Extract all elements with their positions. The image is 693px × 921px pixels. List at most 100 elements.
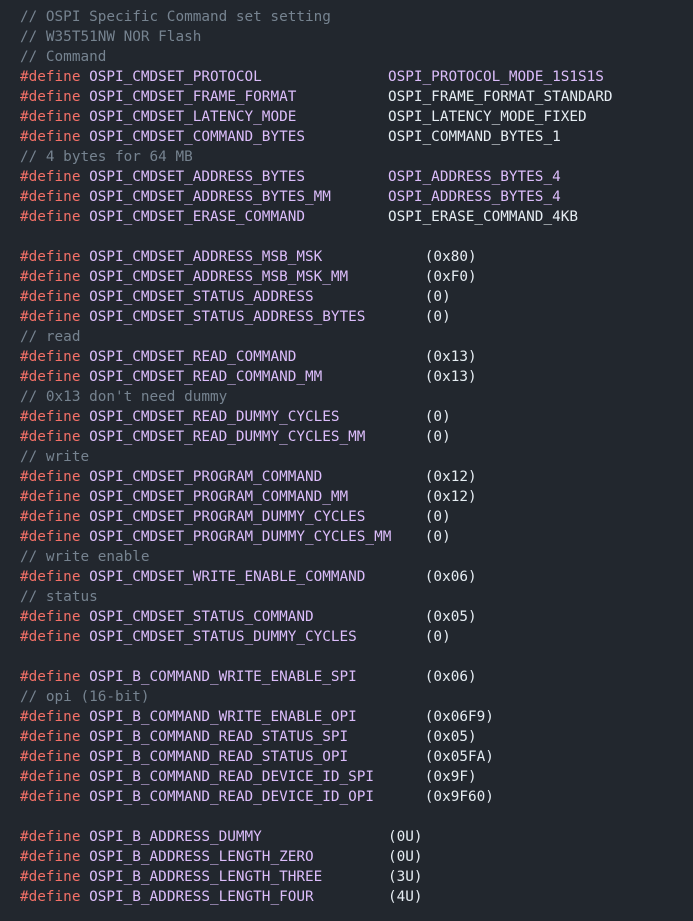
code-line-define: #define OSPI_CMDSET_FRAME_FORMAT OSPI_FRA… [20, 87, 613, 107]
define-keyword: #define [20, 69, 81, 85]
macro-value: (0x13) [424, 369, 477, 385]
macro-name: OSPI_B_COMMAND_READ_STATUS_SPI [89, 729, 349, 745]
macro-value: (0) [424, 309, 451, 325]
code-line-comment: // Command [20, 47, 106, 67]
code-line-define: #define OSPI_B_COMMAND_READ_DEVICE_ID_SP… [20, 767, 477, 787]
macro-value: (0x06) [424, 669, 477, 685]
comment-text: // W35T51NW NOR Flash [20, 29, 202, 45]
macro-name: OSPI_CMDSET_PROGRAM_DUMMY_CYCLES [89, 509, 366, 525]
macro-value: (0x05FA) [424, 749, 494, 765]
code-line-define: #define OSPI_B_ADDRESS_DUMMY (0U) [20, 827, 423, 847]
macro-value: (0x13) [424, 349, 477, 365]
code-line-define: #define OSPI_B_ADDRESS_LENGTH_THREE (3U) [20, 867, 423, 887]
macro-name: OSPI_B_COMMAND_WRITE_ENABLE_OPI [89, 709, 357, 725]
macro-value: (0) [424, 429, 451, 445]
define-keyword: #define [20, 289, 81, 305]
code-line-define: #define OSPI_CMDSET_PROGRAM_DUMMY_CYCLES… [20, 527, 451, 547]
macro-value: OSPI_LATENCY_MODE_FIXED [388, 109, 587, 125]
define-keyword: #define [20, 169, 81, 185]
comment-text: // OSPI Specific Command set setting [20, 9, 331, 25]
define-keyword: #define [20, 669, 81, 685]
code-line-define: #define OSPI_CMDSET_COMMAND_BYTES OSPI_CO… [20, 127, 561, 147]
code-line-define: #define OSPI_CMDSET_PROGRAM_DUMMY_CYCLES… [20, 507, 451, 527]
macro-name: OSPI_CMDSET_WRITE_ENABLE_COMMAND [89, 569, 366, 585]
macro-name: OSPI_CMDSET_FRAME_FORMAT [89, 89, 297, 105]
macro-value: OSPI_ERASE_COMMAND_4KB [388, 209, 578, 225]
macro-name: OSPI_CMDSET_STATUS_ADDRESS [89, 289, 314, 305]
macro-value: (0x06F9) [424, 709, 494, 725]
macro-name: OSPI_CMDSET_ERASE_COMMAND [89, 209, 305, 225]
comment-text: // opi (16-bit) [20, 689, 150, 705]
macro-name: OSPI_CMDSET_READ_DUMMY_CYCLES_MM [89, 429, 366, 445]
macro-value: (0) [424, 289, 451, 305]
comment-text: // write enable [20, 549, 150, 565]
macro-value: (3U) [388, 869, 423, 885]
macro-name: OSPI_CMDSET_PROGRAM_DUMMY_CYCLES_MM [89, 529, 392, 545]
define-keyword: #define [20, 309, 81, 325]
code-line-comment: // write [20, 447, 89, 467]
macro-name: OSPI_CMDSET_COMMAND_BYTES [89, 129, 305, 145]
define-keyword: #define [20, 749, 81, 765]
macro-name: OSPI_CMDSET_ADDRESS_BYTES [89, 169, 305, 185]
code-editor[interactable]: // OSPI Specific Command set setting // W… [0, 0, 693, 921]
define-keyword: #define [20, 269, 81, 285]
macro-value: OSPI_PROTOCOL_MODE_1S1S1S [388, 69, 604, 85]
code-line-define: #define OSPI_CMDSET_STATUS_DUMMY_CYCLES (… [20, 627, 451, 647]
code-line-comment: // status [20, 587, 98, 607]
define-keyword: #define [20, 209, 81, 225]
macro-name: OSPI_CMDSET_READ_DUMMY_CYCLES [89, 409, 340, 425]
macro-name: OSPI_CMDSET_STATUS_COMMAND [89, 609, 314, 625]
code-line-define: #define OSPI_CMDSET_READ_DUMMY_CYCLES (0) [20, 407, 451, 427]
code-line-define: #define OSPI_CMDSET_STATUS_ADDRESS (0) [20, 287, 451, 307]
macro-value: (0x05) [424, 609, 477, 625]
define-keyword: #define [20, 889, 81, 905]
code-line-define: #define OSPI_CMDSET_WRITE_ENABLE_COMMAND… [20, 567, 477, 587]
macro-value: (0x80) [424, 249, 477, 265]
code-line-define: #define OSPI_CMDSET_ADDRESS_MSB_MSK (0x80… [20, 247, 477, 267]
code-line-define: #define OSPI_CMDSET_PROGRAM_COMMAND_MM (0… [20, 487, 477, 507]
macro-value: OSPI_ADDRESS_BYTES_4 [388, 189, 561, 205]
define-keyword: #define [20, 249, 81, 265]
define-keyword: #define [20, 89, 81, 105]
code-line-define: #define OSPI_B_ADDRESS_LENGTH_ZERO (0U) [20, 847, 423, 867]
comment-text: // Command [20, 49, 107, 65]
macro-name: OSPI_B_ADDRESS_LENGTH_FOUR [89, 889, 314, 905]
macro-value: (0x05) [424, 729, 477, 745]
macro-value: (0x12) [424, 469, 477, 485]
macro-value: (0x06) [424, 569, 477, 585]
define-keyword: #define [20, 629, 81, 645]
code-line-comment: // write enable [20, 547, 150, 567]
define-keyword: #define [20, 429, 81, 445]
code-line-comment: // opi (16-bit) [20, 687, 150, 707]
define-keyword: #define [20, 129, 81, 145]
define-keyword: #define [20, 789, 81, 805]
macro-value: (0x12) [424, 489, 477, 505]
macro-name: OSPI_CMDSET_READ_COMMAND_MM [89, 369, 323, 385]
code-line-define: #define OSPI_CMDSET_ADDRESS_MSB_MSK_MM (0… [20, 267, 477, 287]
code-line-comment: // 0x13 don't need dummy [20, 387, 227, 407]
code-line-define: #define OSPI_CMDSET_ADDRESS_BYTES OSPI_AD… [20, 167, 561, 187]
macro-name: OSPI_CMDSET_STATUS_ADDRESS_BYTES [89, 309, 366, 325]
macro-name: OSPI_CMDSET_STATUS_DUMMY_CYCLES [89, 629, 357, 645]
define-keyword: #define [20, 709, 81, 725]
code-line-define: #define OSPI_CMDSET_READ_COMMAND (0x13) [20, 347, 477, 367]
code-line-define: #define OSPI_CMDSET_STATUS_ADDRESS_BYTES… [20, 307, 451, 327]
macro-name: OSPI_B_ADDRESS_DUMMY [89, 829, 262, 845]
code-line-define: #define OSPI_CMDSET_PROGRAM_COMMAND (0x12… [20, 467, 477, 487]
macro-value: OSPI_FRAME_FORMAT_STANDARD [388, 89, 613, 105]
code-line-define: #define OSPI_CMDSET_ADDRESS_BYTES_MM OSPI… [20, 187, 561, 207]
code-line-define: #define OSPI_B_COMMAND_READ_STATUS_SPI (0… [20, 727, 477, 747]
